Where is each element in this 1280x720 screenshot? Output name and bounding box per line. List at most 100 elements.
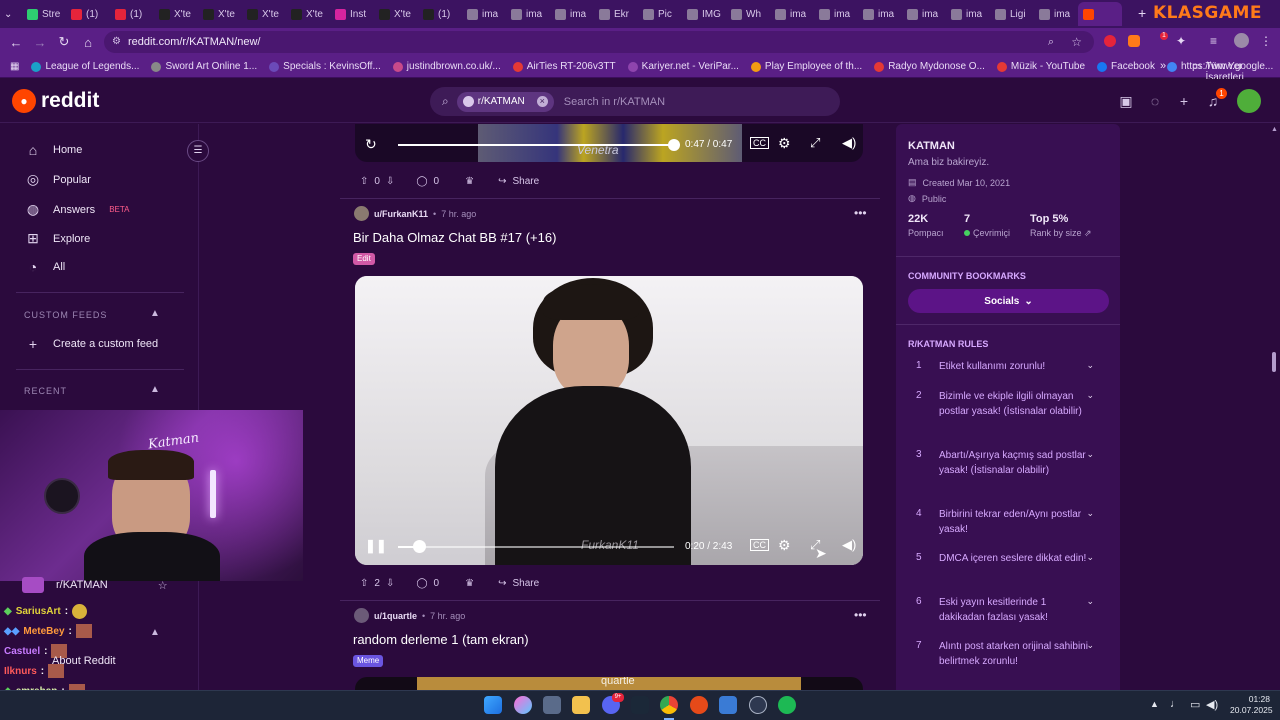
post-flair[interactable]: Edit <box>353 253 375 265</box>
browser-tab[interactable]: ima <box>902 2 946 26</box>
video-player[interactable]: quartle <box>355 677 863 690</box>
avatar[interactable] <box>354 608 369 623</box>
browser-tab[interactable]: Stre <box>22 2 66 26</box>
recent-item-katman[interactable]: r/KATMAN ☆ <box>22 577 168 593</box>
post-flair[interactable]: Meme <box>353 655 384 667</box>
video-scrubber-handle[interactable] <box>668 139 680 151</box>
app-icon[interactable] <box>690 696 708 714</box>
subreddit-chip[interactable]: r/KATMAN × <box>456 91 554 112</box>
bookmark-item[interactable]: Facebook <box>1097 61 1155 72</box>
comments-button[interactable]: ◯ 0 <box>412 171 443 191</box>
browser-tab[interactable]: (1) <box>66 2 110 26</box>
more-options-icon[interactable]: ••• <box>854 608 867 622</box>
bookmark-item[interactable]: justindbrown.co.uk/... <box>392 61 501 72</box>
obs-icon[interactable] <box>749 696 767 714</box>
scroll-up-arrow-icon[interactable]: ▲ <box>1271 126 1278 133</box>
apps-grid-icon[interactable]: ▦ <box>10 61 19 72</box>
browser-tab[interactable]: Wh <box>726 2 770 26</box>
fullscreen-icon[interactable]: ⤢ <box>810 135 820 151</box>
home-browser-icon[interactable]: ⌂ <box>76 30 100 54</box>
microphone-icon[interactable]: ♩ <box>1170 698 1181 710</box>
advertise-icon[interactable]: ▣ <box>1117 92 1135 110</box>
volume-icon[interactable]: ◀) <box>842 135 856 151</box>
upvote-icon[interactable]: ⇧ <box>360 578 368 589</box>
remove-chip-icon[interactable]: × <box>536 96 548 107</box>
captions-icon[interactable]: CC <box>750 137 769 149</box>
extension-icon[interactable] <box>1104 35 1116 47</box>
bookmark-item[interactable]: Play Employee of th... <box>750 61 862 72</box>
browser-tab[interactable]: X'te <box>154 2 198 26</box>
browser-tab[interactable]: Ekr <box>594 2 638 26</box>
socials-button[interactable]: Socials ⌄ <box>908 289 1109 313</box>
chevron-up-icon[interactable]: ▲ <box>150 627 160 638</box>
video-player[interactable]: FurkanK11 ❚❚ 0:20 / 2:43 CC ⚙ ⤢ ◀) <box>355 276 863 565</box>
browser-tab[interactable]: Pic <box>638 2 682 26</box>
browser-tab[interactable]: ima <box>814 2 858 26</box>
forward-arrow-icon[interactable]: → <box>28 30 52 54</box>
share-button[interactable]: ↪ Share <box>494 573 543 593</box>
post-title[interactable]: random derleme 1 (tam ekran) <box>353 632 529 647</box>
tray-chevron-up-icon[interactable]: ▲ <box>1150 699 1159 709</box>
rule-item[interactable]: 5 DMCA içeren seslere dikkat edin! ⌄ <box>916 552 1106 567</box>
downvote-icon[interactable]: ⇩ <box>386 578 394 589</box>
captions-icon[interactable]: CC <box>750 539 769 551</box>
browser-tab[interactable]: X'te <box>286 2 330 26</box>
browser-tab[interactable]: IMG <box>682 2 726 26</box>
user-avatar[interactable] <box>1237 89 1261 113</box>
copilot-icon[interactable] <box>514 696 532 714</box>
video-progress-track[interactable] <box>398 546 674 548</box>
nav-all[interactable]: ◔ All <box>24 259 65 275</box>
browser-tab[interactable]: ima <box>506 2 550 26</box>
network-icon[interactable]: ▭ <box>1190 698 1200 711</box>
create-post-icon[interactable]: + <box>1175 92 1193 110</box>
volume-icon[interactable]: ◀) <box>842 537 856 553</box>
stat-rank[interactable]: Top 5% Rank by size ⇗ <box>1030 213 1092 239</box>
award-icon[interactable]: ♛ <box>461 171 478 191</box>
extensions-puzzle-icon[interactable]: ✦ <box>1176 34 1186 48</box>
nav-answers[interactable]: ◍ Answers BETA <box>24 201 130 218</box>
create-custom-feed[interactable]: + Create a custom feed <box>24 336 158 352</box>
post-author[interactable]: u/1quartle <box>374 611 417 621</box>
pause-icon[interactable]: ❚❚ <box>365 538 387 554</box>
bookmark-item[interactable]: Radyo Mydonose O... <box>874 61 985 72</box>
spotify-icon[interactable] <box>778 696 796 714</box>
about-reddit-link[interactable]: About Reddit <box>52 655 116 667</box>
nav-popular[interactable]: ◎ Popular <box>24 171 91 188</box>
profile-avatar[interactable] <box>1234 33 1249 48</box>
custom-feeds-header[interactable]: CUSTOM FEEDS <box>24 310 107 320</box>
share-button[interactable]: ↪ Share <box>494 171 543 191</box>
video-scrubber-handle[interactable] <box>413 540 426 553</box>
chevron-down-icon[interactable]: ⌄ <box>1086 508 1094 519</box>
rule-item[interactable]: 6 Eski yayın kesitlerinde 1 dakikadan faz… <box>916 596 1106 625</box>
scrollbar-thumb[interactable] <box>1272 352 1276 372</box>
browser-tab[interactable]: (1) <box>418 2 462 26</box>
settings-gear-icon[interactable]: ⚙ <box>778 135 791 152</box>
search-bar[interactable]: ⌕ r/KATMAN × Search in r/KATMAN <box>430 87 840 116</box>
post-author[interactable]: u/FurkanK11 <box>374 209 428 219</box>
chat-icon[interactable]: ◌ <box>1146 92 1164 110</box>
browser-tab[interactable]: ima <box>462 2 506 26</box>
page-scrollbar[interactable]: ▲ <box>1268 124 1280 690</box>
downvote-icon[interactable]: ⇩ <box>386 176 394 187</box>
browser-tab[interactable]: X'te <box>242 2 286 26</box>
chevron-down-icon[interactable]: ⌄ <box>1086 596 1094 607</box>
award-icon[interactable]: ♛ <box>461 573 478 593</box>
browser-tab[interactable]: X'te <box>374 2 418 26</box>
rule-item[interactable]: 4 Birbirini tekrar eden/Aynı postlar yasa… <box>916 508 1106 537</box>
rule-item[interactable]: 1 Etiket kullanımı zorunlu! ⌄ <box>916 360 1106 375</box>
reddit-logo[interactable]: ● reddit <box>12 89 99 113</box>
recent-header[interactable]: RECENT <box>24 386 67 396</box>
chevron-down-icon[interactable]: ⌄ <box>1086 449 1094 460</box>
collapse-sidebar-icon[interactable]: ☰ <box>187 140 209 162</box>
url-field[interactable]: ⚙ reddit.com/r/KATMAN/new/ ⌕ ☆ <box>104 31 1094 53</box>
nav-home[interactable]: ⌂ Home <box>24 142 83 158</box>
file-explorer-icon[interactable] <box>572 696 590 714</box>
replay-icon[interactable]: ↻ <box>365 136 377 153</box>
extension-icon[interactable] <box>1128 35 1140 47</box>
browser-tab[interactable]: ima <box>858 2 902 26</box>
browser-tab[interactable]: X'te <box>198 2 242 26</box>
clock[interactable]: 01:28 20.07.2025 <box>1230 694 1273 716</box>
bookmark-item[interactable]: Müzik - YouTube <box>996 61 1085 72</box>
bookmark-item[interactable]: Specials : KevinsOff... <box>269 61 381 72</box>
search-placeholder[interactable]: Search in r/KATMAN <box>564 96 665 108</box>
